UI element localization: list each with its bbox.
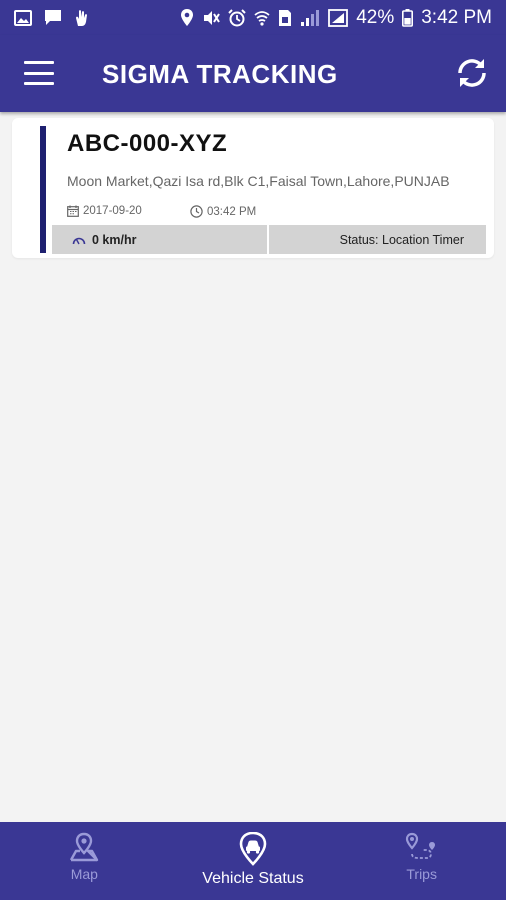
nav-item-trips[interactable]: Trips [337, 822, 506, 900]
vehicle-date: 2017-09-20 [67, 205, 142, 217]
signal-box-icon [328, 8, 349, 27]
status-cell: Status: Location Timer [269, 225, 486, 254]
signal-icon [300, 9, 320, 27]
vehicle-info-row: 0 km/hr Status: Location Timer [52, 225, 486, 254]
vehicle-plate: ABC-000-XYZ [67, 130, 228, 157]
hamburger-icon-line [24, 71, 54, 75]
alarm-icon [228, 8, 246, 27]
date-text: 2017-09-20 [83, 205, 142, 217]
message-icon [44, 9, 62, 26]
mute-icon [202, 9, 221, 27]
card-accent-bar [40, 126, 46, 253]
nav-item-vehicle-status[interactable]: Vehicle Status [169, 822, 338, 900]
vehicle-address: Moon Market,Qazi Isa rd,Blk C1,Faisal To… [67, 173, 450, 189]
app-bar: SIGMA TRACKING [0, 35, 506, 112]
bottom-nav: Map Vehicle Status Trips [0, 822, 506, 900]
car-pin-icon [239, 832, 267, 866]
location-icon [180, 8, 194, 27]
gallery-icon [14, 9, 32, 26]
menu-button[interactable] [24, 61, 54, 85]
calendar-icon [67, 205, 79, 217]
status-time: 3:42 PM [421, 6, 492, 28]
wifi-call-icon [254, 9, 270, 27]
hamburger-icon-line [24, 61, 54, 64]
nav-item-map[interactable]: Map [0, 822, 169, 900]
vehicle-time: 03:42 PM [190, 205, 256, 218]
speed-cell: 0 km/hr [52, 225, 267, 254]
battery-percent: 42% [356, 6, 395, 28]
map-pin-icon [70, 832, 99, 862]
speedometer-icon [72, 237, 86, 244]
sim-icon [278, 9, 292, 27]
nav-label-vehicle-status: Vehicle Status [202, 870, 304, 887]
hand-icon [74, 9, 88, 27]
page-title: SIGMA TRACKING [102, 59, 338, 89]
status-text: Status: Location Timer [339, 232, 464, 247]
status-bar: 42% 3:42 PM [0, 0, 506, 35]
refresh-icon [458, 59, 486, 87]
nav-label-map: Map [70, 866, 98, 882]
nav-label-trips: Trips [406, 866, 437, 882]
vehicle-card[interactable]: ABC-000-XYZ Moon Market,Qazi Isa rd,Blk … [12, 118, 494, 258]
battery-icon [402, 8, 414, 27]
time-text: 03:42 PM [207, 205, 257, 218]
refresh-button[interactable] [454, 55, 490, 91]
route-icon [405, 832, 435, 859]
hamburger-icon-line [24, 82, 54, 85]
clock-icon [190, 205, 203, 218]
speed-text: 0 km/hr [92, 232, 137, 247]
